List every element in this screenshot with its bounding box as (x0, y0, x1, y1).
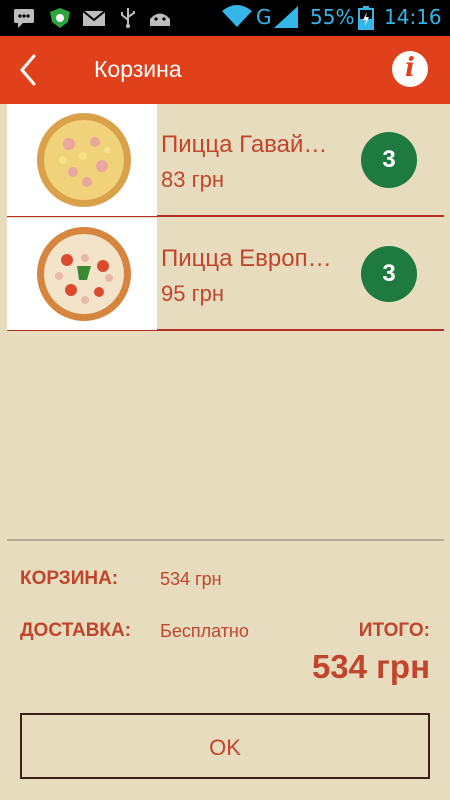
item-name: Пицца Европ… (161, 245, 332, 272)
cart-total-label: КОРЗИНА: (20, 568, 119, 589)
clock: 14:16 (384, 5, 442, 29)
item-price: 95 грн (161, 281, 224, 306)
ok-button-label: OK (209, 735, 241, 760)
quantity-badge[interactable]: 3 (361, 246, 417, 302)
divider (7, 539, 444, 541)
item-name: Пицца Гавай… (161, 131, 328, 158)
cart-item[interactable]: Пицца Гавай… 83 грн 3 (7, 104, 444, 217)
item-price: 83 грн (161, 167, 224, 192)
quantity-badge[interactable]: 3 (361, 132, 417, 188)
pizza-image (7, 104, 157, 216)
shield-app-icon (50, 8, 70, 28)
battery-percent: 55% (310, 5, 355, 29)
network-type: G (256, 5, 272, 29)
total-value: 534 грн (311, 648, 430, 685)
mail-icon (82, 10, 106, 26)
info-icon: i (405, 53, 415, 83)
signal-icon (274, 6, 298, 28)
delivery-label: ДОСТАВКА: (20, 620, 132, 641)
info-button[interactable]: i (392, 51, 428, 87)
android-icon (150, 13, 170, 26)
usb-icon (121, 8, 135, 28)
chat-notification-icon (14, 9, 34, 28)
app-bar: Корзина i (0, 36, 450, 104)
page-title: Корзина (94, 56, 182, 82)
cart-item[interactable]: Пицца Европ… 95 грн 3 (7, 218, 444, 331)
cart-total-value: 534 грн (160, 569, 222, 589)
wifi-icon (222, 5, 252, 27)
status-bar: G 55% 14:16 (0, 0, 450, 36)
total-label: ИТОГО: (358, 620, 430, 641)
pizza-image (7, 218, 157, 330)
delivery-value: Бесплатно (160, 621, 249, 641)
back-button[interactable] (14, 53, 46, 87)
chevron-left-icon (20, 54, 36, 86)
battery-icon (358, 6, 374, 30)
ok-button[interactable]: OK (20, 713, 430, 779)
